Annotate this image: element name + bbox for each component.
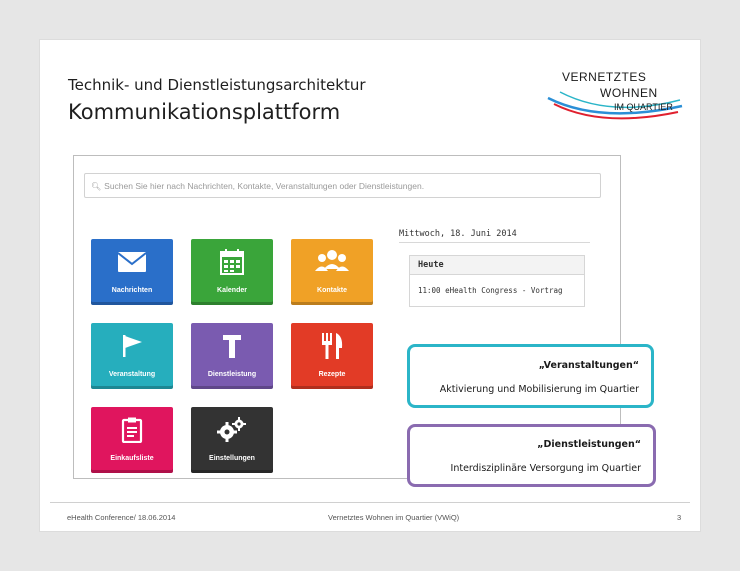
tile-kalender[interactable]: Kalender <box>191 239 273 305</box>
tile-label: Veranstaltung <box>108 371 156 378</box>
logo-line1: VERNETZTES <box>562 70 647 84</box>
logo-line2: WOHNEN <box>600 86 658 100</box>
callout-title: „Veranstaltungen“ <box>538 360 639 371</box>
tile-label: Rezepte <box>318 371 346 378</box>
tile-label: Kalender <box>217 287 247 294</box>
vwiq-logo: VERNETZTES WOHNEN IM QUARTIER <box>540 62 690 132</box>
tile-einstellungen[interactable]: Einstellungen <box>191 407 273 473</box>
tile-rezepte[interactable]: Rezepte <box>291 323 373 389</box>
tile-label: Einstellungen <box>209 455 255 462</box>
callout-dienstleistungen: „Dienstleistungen“ Interdisziplinäre Ver… <box>407 424 656 487</box>
tile-label: Kontakte <box>317 287 347 294</box>
search-placeholder: Suchen Sie hier nach Nachrichten, Kontak… <box>104 181 425 191</box>
tile-label: Einkaufsliste <box>110 455 154 462</box>
gears-icon <box>191 417 273 443</box>
footer-left: eHealth Conference/ 18.06.2014 <box>67 513 176 522</box>
contacts-icon <box>291 249 373 275</box>
tile-dienstleistung[interactable]: Dienstleistung <box>191 323 273 389</box>
divider <box>399 242 590 243</box>
slide-title-line2: Kommunikationsplattform <box>68 100 341 124</box>
footer-center: Vernetztes Wohnen im Quartier (VWiQ) <box>328 513 460 522</box>
slide: Technik- und Dienstleistungsarchitektur … <box>40 40 700 531</box>
tile-kontakte[interactable]: Kontakte <box>291 239 373 305</box>
event-item[interactable]: 11:00 eHealth Congress - Vortrag <box>410 275 584 295</box>
search-input[interactable]: 🔍︎ Suchen Sie hier nach Nachrichten, Kont… <box>84 173 601 198</box>
tile-label: Nachrichten <box>111 287 153 294</box>
callout-text: Aktivierung und Mobilisierung im Quartie… <box>439 384 639 395</box>
logo-line3: IM QUARTIER <box>614 102 673 112</box>
footer-divider <box>50 502 690 503</box>
tile-einkaufsliste[interactable]: Einkaufsliste <box>91 407 173 473</box>
slide-title-line1: Technik- und Dienstleistungsarchitektur <box>68 76 366 94</box>
calendar-icon <box>191 249 273 275</box>
tile-veranstaltung[interactable]: Veranstaltung <box>91 323 173 389</box>
flag-icon <box>91 333 173 359</box>
callout-title: „Dienstleistungen“ <box>537 439 641 450</box>
page-number: 3 <box>677 513 682 522</box>
envelope-icon <box>91 249 173 275</box>
today-header: Heute <box>410 256 584 275</box>
tile-nachrichten[interactable]: Nachrichten <box>91 239 173 305</box>
search-icon: 🔍︎ <box>91 182 102 191</box>
hammer-icon <box>191 333 273 359</box>
clipboard-icon <box>91 417 173 443</box>
current-date: Mittwoch, 18. Juni 2014 <box>399 229 517 239</box>
today-panel: Heute 11:00 eHealth Congress - Vortrag <box>409 255 585 307</box>
callout-veranstaltungen: „Veranstaltungen“ Aktivierung und Mobili… <box>407 344 654 408</box>
tile-label: Dienstleistung <box>207 371 257 378</box>
fork-knife-icon <box>291 333 373 359</box>
callout-text: Interdisziplinäre Versorgung im Quartier <box>450 463 641 474</box>
